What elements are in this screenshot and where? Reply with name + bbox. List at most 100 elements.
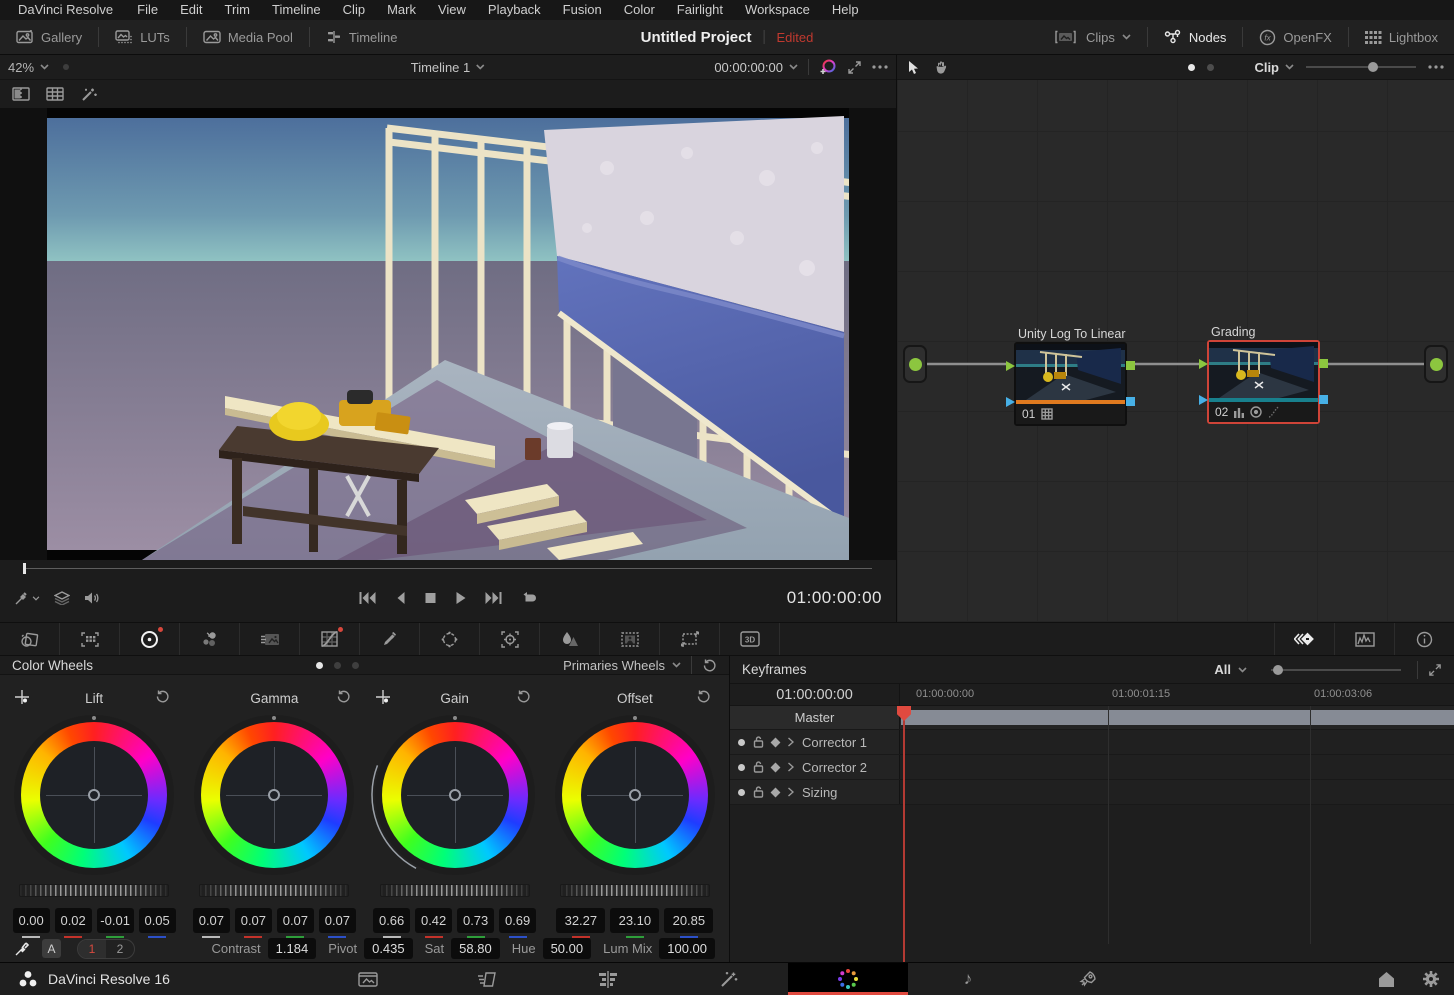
page-1-button[interactable]: 1 — [78, 940, 106, 958]
page-media[interactable] — [308, 963, 428, 995]
menu-file[interactable]: File — [127, 0, 168, 20]
node-01-key-output[interactable] — [1126, 397, 1135, 406]
gain-master-slider[interactable] — [380, 884, 530, 897]
master-track-bar[interactable] — [901, 710, 1454, 725]
gain-picker-icon[interactable] — [375, 689, 391, 705]
play-icon[interactable] — [455, 591, 467, 605]
menu-mark[interactable]: Mark — [377, 0, 426, 20]
slider-thumb[interactable] — [1368, 62, 1378, 72]
palette-curves[interactable] — [300, 623, 360, 655]
node-02-key-output[interactable] — [1319, 395, 1328, 404]
keyframes-empty-area[interactable] — [730, 805, 1454, 937]
page-edit[interactable] — [548, 963, 668, 995]
gamma-reset-icon[interactable] — [336, 689, 351, 704]
wheel-page-toggle[interactable]: 1 2 — [77, 939, 135, 959]
palette-keyframes-quick[interactable] — [1274, 623, 1334, 655]
viewer-scrubber[interactable] — [0, 560, 896, 576]
offset-master-slider[interactable] — [560, 884, 710, 897]
reset-all-icon[interactable] — [702, 658, 717, 673]
page-color[interactable] — [788, 963, 908, 995]
enable-dot-icon[interactable] — [738, 789, 745, 796]
openfx-button[interactable]: fx OpenFX — [1243, 20, 1347, 54]
nodes-button[interactable]: Nodes — [1148, 20, 1243, 54]
lift-b-value[interactable]: 0.05 — [139, 908, 176, 933]
enhance-wand-icon[interactable] — [80, 87, 98, 102]
pointer-tool-icon[interactable] — [907, 60, 920, 75]
lock-icon[interactable] — [753, 736, 764, 748]
lift-wheel[interactable] — [14, 715, 174, 875]
node-02-rgb-input[interactable] — [1199, 359, 1208, 369]
palette-tracker[interactable] — [480, 623, 540, 655]
palette-color-wheels[interactable] — [120, 623, 180, 655]
keyframes-zoom-slider[interactable] — [1271, 669, 1401, 671]
menu-help[interactable]: Help — [822, 0, 869, 20]
palette-scopes[interactable] — [1334, 623, 1394, 655]
step-back-icon[interactable] — [395, 591, 407, 605]
master-track-row[interactable]: Master — [730, 706, 1454, 730]
gain-b-value[interactable]: 0.69 — [499, 908, 536, 933]
go-to-end-icon[interactable] — [485, 591, 503, 605]
page-2-button[interactable]: 2 — [106, 940, 134, 958]
page-cut[interactable] — [428, 963, 548, 995]
offset-b-value[interactable]: 20.85 — [664, 908, 713, 933]
keyframe-diamond-icon[interactable] — [771, 787, 781, 797]
menu-timeline[interactable]: Timeline — [262, 0, 331, 20]
offset-g-value[interactable]: 23.10 — [610, 908, 659, 933]
timeline-toggle-button[interactable]: Timeline — [310, 20, 414, 54]
node-02[interactable]: Grading 02 — [1207, 340, 1320, 424]
node-02-rgb-output[interactable] — [1319, 359, 1328, 368]
node-options-icon[interactable] — [1428, 65, 1444, 69]
keyframes-playhead[interactable] — [903, 706, 905, 978]
palette-window[interactable] — [420, 623, 480, 655]
menu-clip[interactable]: Clip — [333, 0, 375, 20]
slider-thumb[interactable] — [1273, 665, 1283, 675]
scrubber-playhead[interactable] — [23, 563, 26, 574]
lift-master-slider[interactable] — [19, 884, 169, 897]
gamma-master-slider[interactable] — [199, 884, 349, 897]
node-view-dot-1[interactable] — [1188, 64, 1195, 71]
gamma-g-value[interactable]: 0.07 — [277, 908, 314, 933]
split-screen-icon[interactable] — [12, 87, 30, 101]
gain-g-value[interactable]: 0.73 — [457, 908, 494, 933]
node-02-key-input[interactable] — [1199, 395, 1208, 405]
offset-r-value[interactable]: 32.27 — [556, 908, 605, 933]
wheels-mode-dropdown[interactable]: Primaries Wheels — [563, 658, 681, 673]
palette-stereo-3d[interactable]: 3D — [720, 623, 780, 655]
gain-y-value[interactable]: 0.66 — [373, 908, 410, 933]
gain-wheel[interactable] — [375, 715, 535, 875]
node-graph-canvas[interactable]: Unity Log To Linear 01 Gr — [897, 80, 1454, 622]
offset-reset-icon[interactable] — [696, 689, 711, 704]
palette-camera-raw[interactable] — [0, 623, 60, 655]
palette-info[interactable] — [1394, 623, 1454, 655]
luts-button[interactable]: LUTs — [99, 20, 186, 54]
palette-qualifier[interactable] — [360, 623, 420, 655]
stop-icon[interactable] — [425, 591, 437, 605]
sizing-lane[interactable] — [900, 780, 1454, 804]
node-view-dot-2[interactable] — [1207, 64, 1214, 71]
sizing-row[interactable]: Sizing — [730, 780, 1454, 805]
palette-sizing[interactable] — [660, 623, 720, 655]
chevron-right-icon[interactable] — [787, 737, 794, 747]
contrast-value[interactable]: 1.184 — [268, 938, 317, 959]
keyframe-diamond-icon[interactable] — [771, 762, 781, 772]
zoom-level-dropdown[interactable]: 42% — [8, 60, 49, 75]
menu-playback[interactable]: Playback — [478, 0, 551, 20]
project-settings-icon[interactable] — [1422, 970, 1440, 988]
node-01-rgb-input[interactable] — [1006, 361, 1015, 371]
go-to-start-icon[interactable] — [359, 591, 377, 605]
menu-trim[interactable]: Trim — [215, 0, 261, 20]
chevron-right-icon[interactable] — [787, 787, 794, 797]
corrector-1-row[interactable]: Corrector 1 — [730, 730, 1454, 755]
page-fairlight[interactable]: ♪ — [908, 963, 1028, 995]
node-01[interactable]: Unity Log To Linear 01 — [1014, 342, 1127, 426]
lift-y-value[interactable]: 0.00 — [13, 908, 50, 933]
pan-tool-icon[interactable] — [934, 60, 949, 75]
lock-icon[interactable] — [753, 786, 764, 798]
video-viewport[interactable] — [0, 108, 896, 560]
page-deliver[interactable] — [1028, 963, 1148, 995]
lift-balance-indicator[interactable] — [88, 789, 100, 801]
gamma-balance-indicator[interactable] — [268, 789, 280, 801]
palette-key[interactable] — [600, 623, 660, 655]
project-manager-icon[interactable] — [1377, 971, 1396, 988]
node-01-key-input[interactable] — [1006, 397, 1015, 407]
